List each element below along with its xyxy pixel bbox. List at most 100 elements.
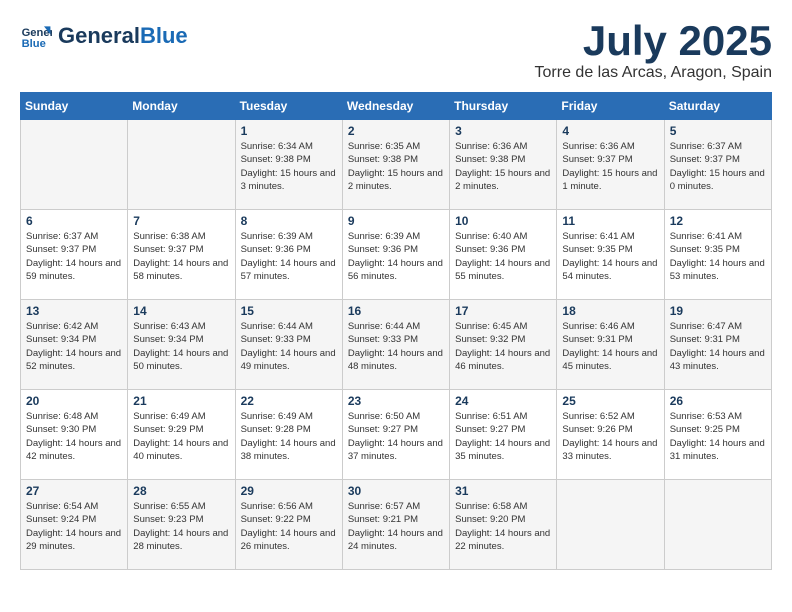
- day-info: Sunrise: 6:57 AMSunset: 9:21 PMDaylight:…: [348, 500, 444, 553]
- calendar-cell: 11 Sunrise: 6:41 AMSunset: 9:35 PMDaylig…: [557, 210, 664, 300]
- day-number: 28: [133, 484, 229, 498]
- day-number: 25: [562, 394, 658, 408]
- day-number: 4: [562, 124, 658, 138]
- day-number: 15: [241, 304, 337, 318]
- calendar-cell: 31 Sunrise: 6:58 AMSunset: 9:20 PMDaylig…: [450, 480, 557, 570]
- day-info: Sunrise: 6:48 AMSunset: 9:30 PMDaylight:…: [26, 410, 122, 463]
- calendar-cell: 13 Sunrise: 6:42 AMSunset: 9:34 PMDaylig…: [21, 300, 128, 390]
- day-info: Sunrise: 6:45 AMSunset: 9:32 PMDaylight:…: [455, 320, 551, 373]
- weekday-header: Saturday: [664, 93, 771, 120]
- calendar-cell: 25 Sunrise: 6:52 AMSunset: 9:26 PMDaylig…: [557, 390, 664, 480]
- day-info: Sunrise: 6:36 AMSunset: 9:37 PMDaylight:…: [562, 140, 658, 193]
- day-number: 1: [241, 124, 337, 138]
- calendar-cell: 28 Sunrise: 6:55 AMSunset: 9:23 PMDaylig…: [128, 480, 235, 570]
- page-header: General Blue GeneralBlue July 2025 Torre…: [20, 20, 772, 82]
- calendar-week-row: 1 Sunrise: 6:34 AMSunset: 9:38 PMDayligh…: [21, 120, 772, 210]
- day-number: 21: [133, 394, 229, 408]
- day-number: 26: [670, 394, 766, 408]
- day-number: 8: [241, 214, 337, 228]
- calendar-week-row: 6 Sunrise: 6:37 AMSunset: 9:37 PMDayligh…: [21, 210, 772, 300]
- calendar-cell: 29 Sunrise: 6:56 AMSunset: 9:22 PMDaylig…: [235, 480, 342, 570]
- day-info: Sunrise: 6:43 AMSunset: 9:34 PMDaylight:…: [133, 320, 229, 373]
- day-info: Sunrise: 6:36 AMSunset: 9:38 PMDaylight:…: [455, 140, 551, 193]
- day-info: Sunrise: 6:46 AMSunset: 9:31 PMDaylight:…: [562, 320, 658, 373]
- day-number: 12: [670, 214, 766, 228]
- calendar-cell: 14 Sunrise: 6:43 AMSunset: 9:34 PMDaylig…: [128, 300, 235, 390]
- calendar-cell: [557, 480, 664, 570]
- day-info: Sunrise: 6:39 AMSunset: 9:36 PMDaylight:…: [348, 230, 444, 283]
- calendar-week-row: 20 Sunrise: 6:48 AMSunset: 9:30 PMDaylig…: [21, 390, 772, 480]
- day-info: Sunrise: 6:44 AMSunset: 9:33 PMDaylight:…: [241, 320, 337, 373]
- calendar-cell: 19 Sunrise: 6:47 AMSunset: 9:31 PMDaylig…: [664, 300, 771, 390]
- calendar-cell: 30 Sunrise: 6:57 AMSunset: 9:21 PMDaylig…: [342, 480, 449, 570]
- logo-blue: Blue: [140, 23, 188, 48]
- day-info: Sunrise: 6:35 AMSunset: 9:38 PMDaylight:…: [348, 140, 444, 193]
- day-number: 19: [670, 304, 766, 318]
- calendar-cell: 26 Sunrise: 6:53 AMSunset: 9:25 PMDaylig…: [664, 390, 771, 480]
- day-info: Sunrise: 6:40 AMSunset: 9:36 PMDaylight:…: [455, 230, 551, 283]
- day-number: 23: [348, 394, 444, 408]
- calendar-cell: 1 Sunrise: 6:34 AMSunset: 9:38 PMDayligh…: [235, 120, 342, 210]
- day-info: Sunrise: 6:50 AMSunset: 9:27 PMDaylight:…: [348, 410, 444, 463]
- calendar-cell: 5 Sunrise: 6:37 AMSunset: 9:37 PMDayligh…: [664, 120, 771, 210]
- calendar-cell: 2 Sunrise: 6:35 AMSunset: 9:38 PMDayligh…: [342, 120, 449, 210]
- calendar-cell: [664, 480, 771, 570]
- day-info: Sunrise: 6:55 AMSunset: 9:23 PMDaylight:…: [133, 500, 229, 553]
- calendar-cell: 23 Sunrise: 6:50 AMSunset: 9:27 PMDaylig…: [342, 390, 449, 480]
- day-info: Sunrise: 6:52 AMSunset: 9:26 PMDaylight:…: [562, 410, 658, 463]
- day-number: 9: [348, 214, 444, 228]
- weekday-header: Wednesday: [342, 93, 449, 120]
- day-number: 16: [348, 304, 444, 318]
- calendar-cell: 9 Sunrise: 6:39 AMSunset: 9:36 PMDayligh…: [342, 210, 449, 300]
- weekday-header: Monday: [128, 93, 235, 120]
- day-number: 31: [455, 484, 551, 498]
- weekday-header: Tuesday: [235, 93, 342, 120]
- day-number: 13: [26, 304, 122, 318]
- calendar-cell: 10 Sunrise: 6:40 AMSunset: 9:36 PMDaylig…: [450, 210, 557, 300]
- calendar-cell: 27 Sunrise: 6:54 AMSunset: 9:24 PMDaylig…: [21, 480, 128, 570]
- day-number: 7: [133, 214, 229, 228]
- calendar-cell: 16 Sunrise: 6:44 AMSunset: 9:33 PMDaylig…: [342, 300, 449, 390]
- day-number: 24: [455, 394, 551, 408]
- day-number: 20: [26, 394, 122, 408]
- day-info: Sunrise: 6:51 AMSunset: 9:27 PMDaylight:…: [455, 410, 551, 463]
- day-info: Sunrise: 6:58 AMSunset: 9:20 PMDaylight:…: [455, 500, 551, 553]
- day-number: 2: [348, 124, 444, 138]
- calendar-cell: [21, 120, 128, 210]
- calendar-cell: 20 Sunrise: 6:48 AMSunset: 9:30 PMDaylig…: [21, 390, 128, 480]
- day-number: 14: [133, 304, 229, 318]
- day-info: Sunrise: 6:56 AMSunset: 9:22 PMDaylight:…: [241, 500, 337, 553]
- calendar-week-row: 27 Sunrise: 6:54 AMSunset: 9:24 PMDaylig…: [21, 480, 772, 570]
- day-info: Sunrise: 6:54 AMSunset: 9:24 PMDaylight:…: [26, 500, 122, 553]
- weekday-header: Sunday: [21, 93, 128, 120]
- month-title: July 2025: [535, 20, 772, 62]
- day-number: 17: [455, 304, 551, 318]
- calendar-week-row: 13 Sunrise: 6:42 AMSunset: 9:34 PMDaylig…: [21, 300, 772, 390]
- calendar-cell: 15 Sunrise: 6:44 AMSunset: 9:33 PMDaylig…: [235, 300, 342, 390]
- day-number: 22: [241, 394, 337, 408]
- day-number: 30: [348, 484, 444, 498]
- day-info: Sunrise: 6:41 AMSunset: 9:35 PMDaylight:…: [562, 230, 658, 283]
- calendar-cell: 21 Sunrise: 6:49 AMSunset: 9:29 PMDaylig…: [128, 390, 235, 480]
- day-number: 29: [241, 484, 337, 498]
- logo-icon: General Blue: [20, 20, 52, 52]
- calendar-cell: 8 Sunrise: 6:39 AMSunset: 9:36 PMDayligh…: [235, 210, 342, 300]
- day-info: Sunrise: 6:37 AMSunset: 9:37 PMDaylight:…: [670, 140, 766, 193]
- day-info: Sunrise: 6:47 AMSunset: 9:31 PMDaylight:…: [670, 320, 766, 373]
- calendar-table: SundayMondayTuesdayWednesdayThursdayFrid…: [20, 92, 772, 570]
- day-info: Sunrise: 6:42 AMSunset: 9:34 PMDaylight:…: [26, 320, 122, 373]
- day-info: Sunrise: 6:49 AMSunset: 9:29 PMDaylight:…: [133, 410, 229, 463]
- weekday-header: Friday: [557, 93, 664, 120]
- calendar-cell: 3 Sunrise: 6:36 AMSunset: 9:38 PMDayligh…: [450, 120, 557, 210]
- day-number: 3: [455, 124, 551, 138]
- calendar-cell: 24 Sunrise: 6:51 AMSunset: 9:27 PMDaylig…: [450, 390, 557, 480]
- calendar-body: 1 Sunrise: 6:34 AMSunset: 9:38 PMDayligh…: [21, 120, 772, 570]
- day-info: Sunrise: 6:44 AMSunset: 9:33 PMDaylight:…: [348, 320, 444, 373]
- calendar-cell: 4 Sunrise: 6:36 AMSunset: 9:37 PMDayligh…: [557, 120, 664, 210]
- calendar-header-row: SundayMondayTuesdayWednesdayThursdayFrid…: [21, 93, 772, 120]
- weekday-header: Thursday: [450, 93, 557, 120]
- calendar-cell: 22 Sunrise: 6:49 AMSunset: 9:28 PMDaylig…: [235, 390, 342, 480]
- day-info: Sunrise: 6:53 AMSunset: 9:25 PMDaylight:…: [670, 410, 766, 463]
- location: Torre de las Arcas, Aragon, Spain: [535, 64, 772, 82]
- title-block: July 2025 Torre de las Arcas, Aragon, Sp…: [535, 20, 772, 82]
